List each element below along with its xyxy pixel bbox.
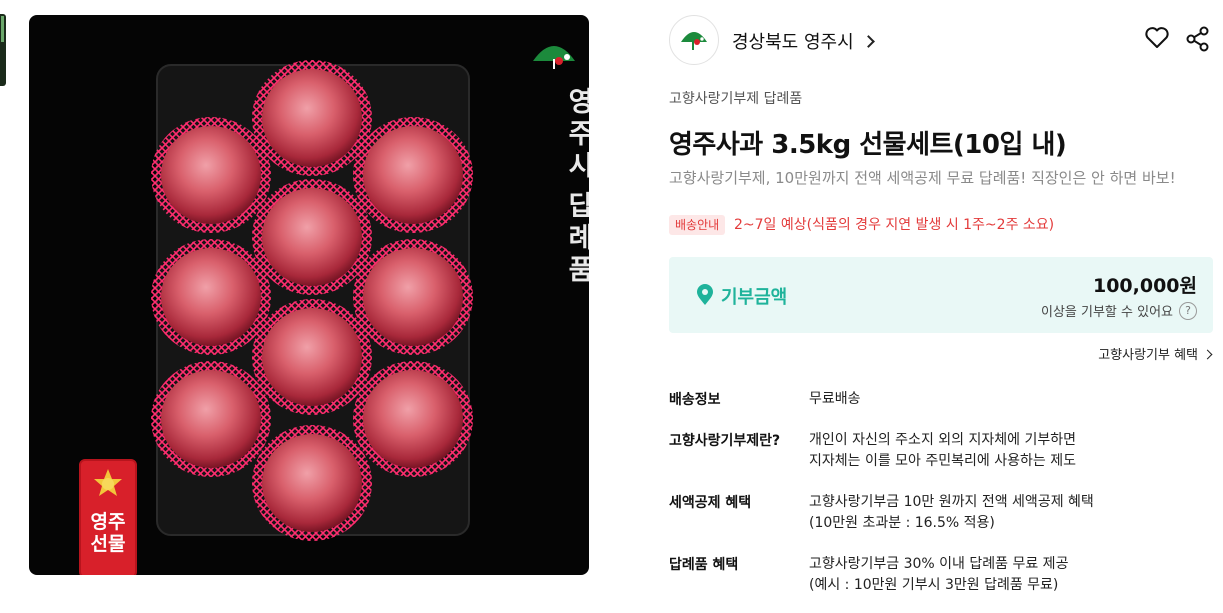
product-image[interactable]: 영 주 시 답 례 품 영주 선물 [29,15,589,575]
info-key: 답례품 혜택 [669,557,739,573]
region-logo[interactable] [669,15,719,65]
share-icon[interactable] [1185,26,1211,52]
gift-label-text: 영주 선물 [90,511,126,555]
apple [151,239,271,355]
apple [353,239,473,355]
gift-label: 영주 선물 [79,459,137,575]
shipping-badge: 배송안내 [669,215,726,235]
chevron-right-icon [861,35,875,48]
apple [252,299,372,415]
info-key: 고향사랑기부제란? [669,433,781,449]
info-key: 배송정보 [669,392,721,408]
product-title: 영주사과 3.5kg 선물세트(10입 내) [669,130,1067,160]
benefit-link-label: 고향사랑기부 혜택 [1098,348,1198,363]
donation-amount-box: 기부금액 100,000원 이상을 기부할 수 있어요 ? [669,257,1213,333]
donation-note: 이상을 기부할 수 있어요 ? [1041,301,1197,320]
region-name: 경상북도 영주시 [732,32,854,53]
shipping-estimate: 2~7일 예상(식품의 경우 지연 발생 시 1주~2주 소요) [734,217,1055,233]
product-category: 고향사랑기부제 답례품 [669,91,803,107]
apple [252,425,372,541]
region-link[interactable]: 경상북도 영주시 [732,28,875,54]
donation-label: 기부금액 [721,287,788,308]
thumbnail-active-indicator [1,16,4,42]
chevron-right-icon [1202,349,1213,359]
heart-icon[interactable] [1144,26,1170,50]
location-pin-icon [697,284,713,305]
info-value: 무료배송 [809,391,861,407]
info-value: 고향사랑기부금 30% 이내 답례품 무료 제공 (예시 : 10만원 기부시 … [809,556,1069,593]
thumbnail-strip[interactable] [0,14,6,86]
apple [353,361,473,477]
apple [353,117,473,233]
donation-note-text: 이상을 기부할 수 있어요 [1041,305,1173,320]
apple [151,117,271,233]
info-value: 개인이 자신의 주소지 외의 지자체에 기부하면 지자체는 이를 모아 주민복리… [809,432,1076,469]
apple [151,361,271,477]
region-emblem-icon [681,32,707,50]
info-key: 세액공제 혜택 [669,495,752,511]
product-subtitle: 고향사랑기부제, 10만원까지 전액 세액공제 무료 답례품! 직장인은 안 하… [669,169,1176,187]
info-value: 고향사랑기부금 10만 원까지 전액 세액공제 혜택 (10만원 초과분 : 1… [809,494,1094,531]
benefit-link[interactable]: 고향사랑기부 혜택 [1098,344,1213,363]
vertical-title: 영 주 시 답 례 품 [568,87,589,286]
sun-emblem-icon [94,469,122,496]
umbrella-logo-icon [533,46,575,69]
donation-amount: 100,000원 [1092,275,1197,297]
apple [252,179,372,295]
apple [252,60,372,176]
help-icon[interactable]: ? [1179,301,1197,320]
